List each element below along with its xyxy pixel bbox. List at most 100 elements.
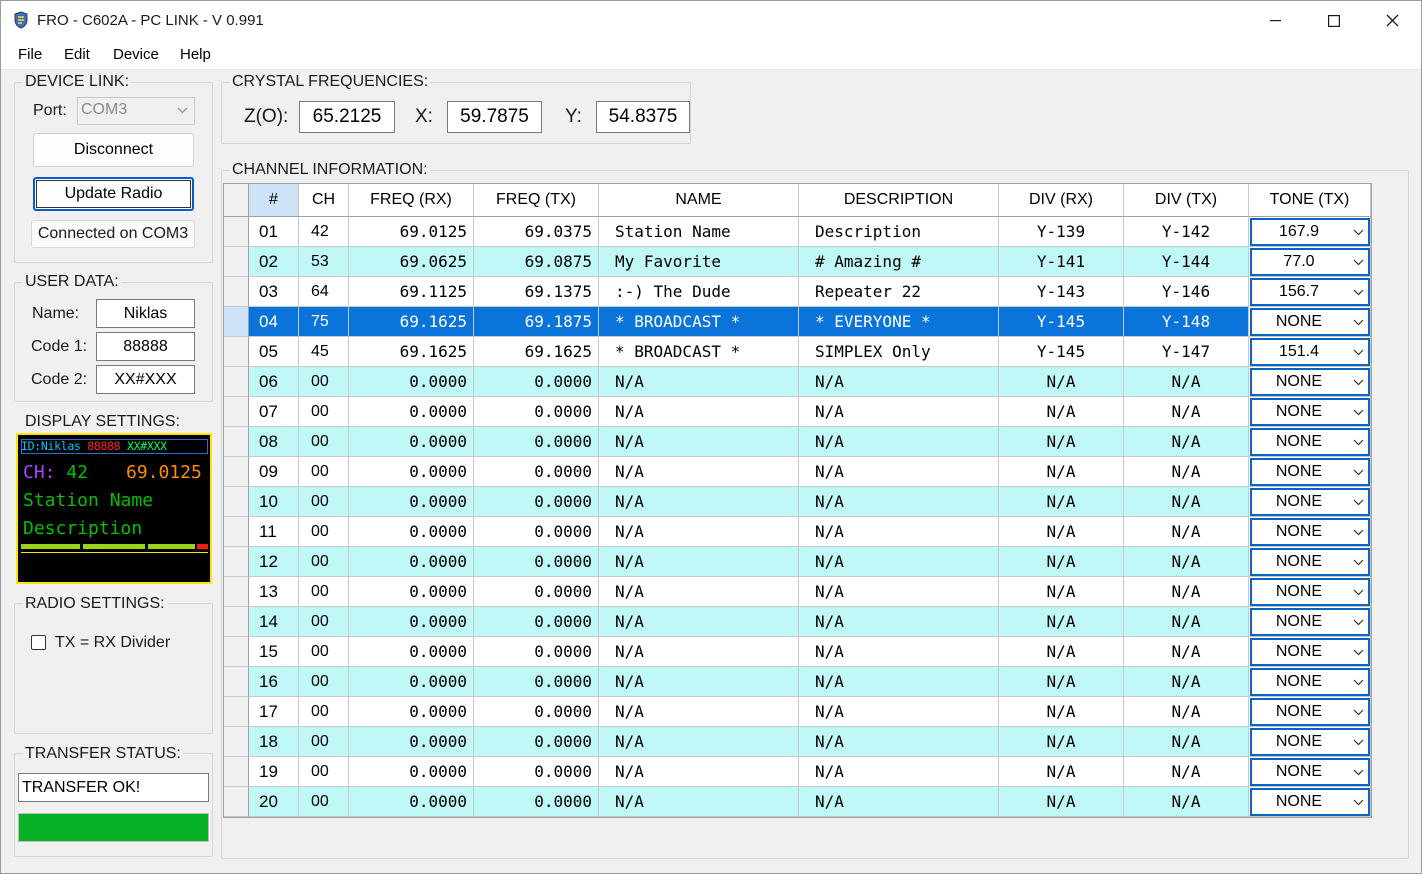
header-description[interactable]: DESCRIPTION (799, 184, 999, 217)
cell-freq-rx: 0.0000 (349, 577, 474, 607)
table-row[interactable]: 17 00 0.0000 0.0000 N/A N/A N/A N/A NONE (224, 697, 1371, 727)
table-row[interactable]: 02 53 69.0625 69.0875 My Favorite # Amazing #… (224, 247, 1371, 277)
cell-name: N/A (599, 757, 799, 787)
header-freq-rx[interactable]: FREQ (RX) (349, 184, 474, 217)
menu-file[interactable]: File (18, 46, 42, 63)
cell-freq-rx: 0.0000 (349, 697, 474, 727)
display-freq: 69.0125 (126, 462, 202, 483)
disconnect-button[interactable]: Disconnect (33, 133, 194, 167)
y-frequency-input[interactable]: 54.8375 (596, 101, 690, 133)
cell-ch: 00 (299, 547, 349, 577)
cell-ch: 45 (299, 337, 349, 367)
tone-select[interactable]: 151.4 (1250, 338, 1370, 366)
tone-select[interactable]: NONE (1250, 608, 1370, 636)
cell-freq-tx: 69.1875 (474, 307, 599, 337)
tone-select[interactable]: 77.0 (1250, 248, 1370, 276)
code1-input[interactable]: 88888 (96, 332, 195, 361)
tone-select[interactable]: NONE (1250, 668, 1370, 696)
display-code1: 88888 (87, 439, 121, 453)
cell-div-rx: N/A (999, 757, 1124, 787)
cell-description: N/A (799, 367, 999, 397)
tone-select[interactable]: NONE (1250, 368, 1370, 396)
close-button[interactable] (1363, 1, 1421, 40)
header-num[interactable]: # (249, 184, 299, 217)
header-freq-tx[interactable]: FREQ (TX) (474, 184, 599, 217)
cell-ch: 00 (299, 607, 349, 637)
channel-grid[interactable]: # CH FREQ (RX) FREQ (TX) NAME DESCRIPTION DIV … (223, 183, 1372, 818)
chevron-down-icon (1353, 799, 1364, 806)
table-row[interactable]: 12 00 0.0000 0.0000 N/A N/A N/A N/A NONE (224, 547, 1371, 577)
update-radio-button[interactable]: Update Radio (33, 177, 194, 211)
header-ch[interactable]: CH (299, 184, 349, 217)
cell-div-tx: Y-148 (1124, 307, 1249, 337)
header-div-tx[interactable]: DIV (TX) (1124, 184, 1249, 217)
cell-num: 08 (249, 427, 299, 457)
channel-info-title: CHANNEL INFORMATION: (230, 161, 430, 179)
cell-description: N/A (799, 547, 999, 577)
tone-select[interactable]: NONE (1250, 698, 1370, 726)
cell-ch: 00 (299, 697, 349, 727)
tone-select[interactable]: NONE (1250, 428, 1370, 456)
tone-select[interactable]: NONE (1250, 308, 1370, 336)
code2-input[interactable]: XX#XXX (96, 365, 195, 394)
cell-freq-tx: 69.0875 (474, 247, 599, 277)
cell-description: SIMPLEX Only (799, 337, 999, 367)
table-row[interactable]: 04 75 69.1625 69.1875 * BROADCAST * * EVERYON… (224, 307, 1371, 337)
table-row[interactable]: 10 00 0.0000 0.0000 N/A N/A N/A N/A NONE (224, 487, 1371, 517)
cell-div-rx: N/A (999, 487, 1124, 517)
table-row[interactable]: 16 00 0.0000 0.0000 N/A N/A N/A N/A NONE (224, 667, 1371, 697)
tone-select[interactable]: NONE (1250, 728, 1370, 756)
header-div-rx[interactable]: DIV (RX) (999, 184, 1124, 217)
display-id: ID:Niklas (21, 439, 81, 453)
tone-select[interactable]: NONE (1250, 488, 1370, 516)
port-select[interactable]: COM3 (77, 97, 195, 125)
z-frequency-input[interactable]: 65.2125 (299, 101, 395, 133)
table-row[interactable]: 06 00 0.0000 0.0000 N/A N/A N/A N/A NONE (224, 367, 1371, 397)
table-row[interactable]: 15 00 0.0000 0.0000 N/A N/A N/A N/A NONE (224, 637, 1371, 667)
chevron-down-icon (1353, 679, 1364, 686)
table-row[interactable]: 03 64 69.1125 69.1375:-) The Dude Repeater 2… (224, 277, 1371, 307)
tone-select[interactable]: 156.7 (1250, 278, 1370, 306)
maximize-button[interactable] (1305, 1, 1363, 40)
menu-device[interactable]: Device (113, 46, 159, 63)
tone-select[interactable]: NONE (1250, 638, 1370, 666)
table-row[interactable]: 13 00 0.0000 0.0000 N/A N/A N/A N/A NONE (224, 577, 1371, 607)
name-input[interactable]: Niklas (96, 299, 195, 328)
table-row[interactable]: 19 00 0.0000 0.0000 N/A N/A N/A N/A NONE (224, 757, 1371, 787)
cell-freq-rx: 69.0125 (349, 217, 474, 247)
tone-select[interactable]: NONE (1250, 788, 1370, 816)
cell-name: N/A (599, 787, 799, 817)
tone-select[interactable]: 167.9 (1250, 218, 1370, 246)
menu-edit[interactable]: Edit (64, 46, 90, 63)
x-frequency-input[interactable]: 59.7875 (447, 101, 542, 133)
table-row[interactable]: 20 00 0.0000 0.0000 N/A N/A N/A N/A NONE (224, 787, 1371, 817)
table-row[interactable]: 18 00 0.0000 0.0000 N/A N/A N/A N/A NONE (224, 727, 1371, 757)
header-tone-tx[interactable]: TONE (TX) (1249, 184, 1371, 217)
tone-select[interactable]: NONE (1250, 398, 1370, 426)
table-row[interactable]: 11 00 0.0000 0.0000 N/A N/A N/A N/A NONE (224, 517, 1371, 547)
cell-div-tx: N/A (1124, 577, 1249, 607)
table-row[interactable]: 01 42 69.0125 69.0375 Station Name Descriptio… (224, 217, 1371, 247)
minimize-button[interactable] (1247, 1, 1305, 40)
menu-help[interactable]: Help (180, 46, 211, 63)
grid-corner[interactable] (224, 184, 249, 217)
tone-select[interactable]: NONE (1250, 548, 1370, 576)
tx-rx-divider-checkbox[interactable] (31, 635, 46, 650)
tone-select[interactable]: NONE (1250, 578, 1370, 606)
cell-num: 17 (249, 697, 299, 727)
cell-freq-rx: 69.1625 (349, 307, 474, 337)
cell-freq-rx: 69.0625 (349, 247, 474, 277)
tone-select[interactable]: NONE (1250, 458, 1370, 486)
table-row[interactable]: 05 45 69.1625 69.1625 * BROADCAST * SIMPLEX O… (224, 337, 1371, 367)
cell-div-tx: Y-142 (1124, 217, 1249, 247)
table-row[interactable]: 14 00 0.0000 0.0000 N/A N/A N/A N/A NONE (224, 607, 1371, 637)
cell-div-rx: N/A (999, 787, 1124, 817)
cell-div-rx: N/A (999, 397, 1124, 427)
table-row[interactable]: 07 00 0.0000 0.0000 N/A N/A N/A N/A NONE (224, 397, 1371, 427)
cell-freq-tx: 0.0000 (474, 577, 599, 607)
tone-select[interactable]: NONE (1250, 518, 1370, 546)
table-row[interactable]: 08 00 0.0000 0.0000 N/A N/A N/A N/A NONE (224, 427, 1371, 457)
header-name[interactable]: NAME (599, 184, 799, 217)
table-row[interactable]: 09 00 0.0000 0.0000 N/A N/A N/A N/A NONE (224, 457, 1371, 487)
tone-select[interactable]: NONE (1250, 758, 1370, 786)
